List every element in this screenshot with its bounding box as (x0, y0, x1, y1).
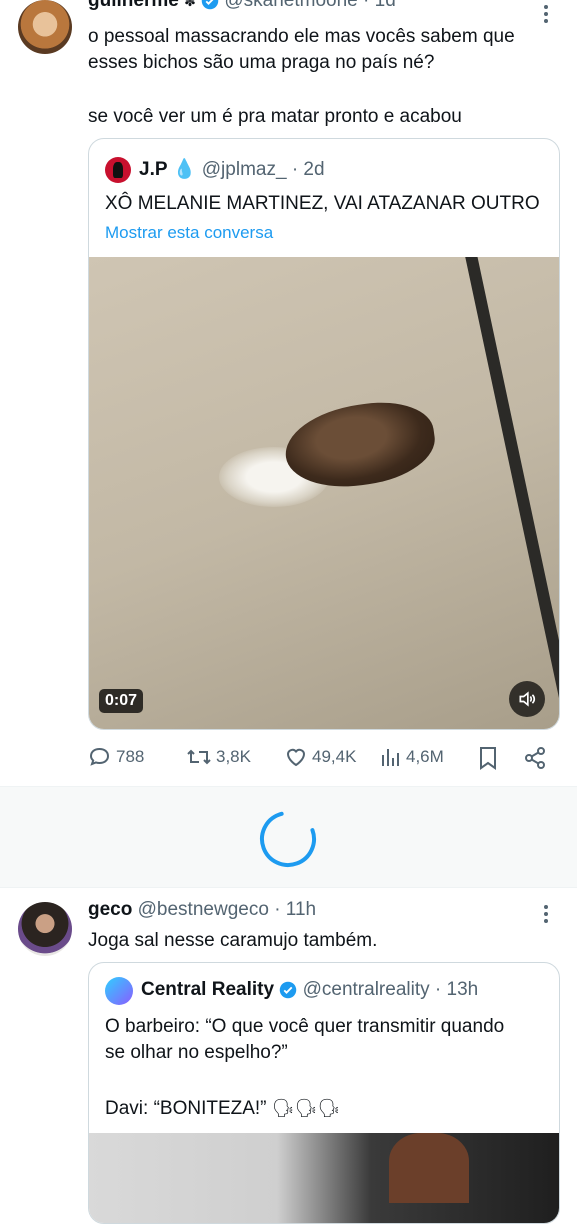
views-count: 4,6M (406, 747, 444, 766)
verified-icon (201, 0, 219, 10)
speaker-icon (519, 691, 536, 707)
verified-icon (280, 981, 297, 999)
badge-icon: ✽ (184, 0, 196, 9)
floor-groove (461, 257, 559, 729)
author-handle[interactable]: @skarletmoone (224, 0, 357, 11)
quote-text-line3: Davi: “BONITEZA!” 🗣🗣🗣 (105, 1095, 340, 1122)
speaking-head-icon: 🗣🗣🗣 (271, 1098, 341, 1118)
drop-icon: 💧 (172, 159, 197, 180)
show-thread-link[interactable]: Mostrar esta conversa (105, 223, 273, 243)
quote-text-davi: Davi: “BONITEZA!” (105, 1098, 267, 1119)
reply-icon (89, 747, 110, 766)
like-count: 49,4K (312, 747, 357, 766)
tweet-text-line3: se você ver um é pra matar pronto e acab… (88, 106, 462, 127)
avatar[interactable] (18, 902, 72, 956)
more-options-icon[interactable] (544, 905, 548, 923)
quote-timestamp[interactable]: · 13h (435, 979, 478, 1000)
views-button[interactable]: 4,6M (380, 745, 444, 769)
quote-avatar[interactable] (105, 157, 131, 183)
reply-count: 788 (116, 747, 145, 766)
bookmark-icon[interactable] (477, 746, 499, 770)
quote-text-line2: se olhar no espelho?” (105, 1042, 288, 1063)
tweet-header: geco @bestnewgeco · 11h (88, 899, 528, 921)
quote-timestamp[interactable]: · 2d (292, 159, 325, 180)
views-icon (382, 749, 399, 766)
quote-text: XÔ MELANIE MARTINEZ, VAI ATAZANAR OUTRO (105, 193, 540, 214)
quote-author-handle[interactable]: @jplmaz_ (202, 159, 287, 180)
timestamp[interactable]: · 1d (363, 0, 396, 11)
quote-author-handle[interactable]: @centralreality (303, 979, 430, 1000)
tweet-text-line2: esses bichos são uma praga no país né? (88, 52, 435, 73)
quote-avatar[interactable] (105, 977, 133, 1005)
quote-author-name[interactable]: J.P (139, 159, 168, 180)
author-name[interactable]: geco (88, 899, 132, 920)
volume-button[interactable] (509, 681, 545, 717)
retweet-icon (187, 749, 211, 765)
author-handle[interactable]: @bestnewgeco (138, 899, 269, 920)
quote-text-line1: O barbeiro: “O que você quer transmitir … (105, 1016, 505, 1037)
reply-button[interactable]: 788 (88, 745, 144, 769)
heart-icon (286, 748, 306, 767)
video-duration: 0:07 (99, 689, 144, 713)
more-options-icon[interactable] (544, 5, 548, 23)
quoted-tweet[interactable]: Central Reality @centralreality · 13h O … (88, 962, 560, 1224)
author-name[interactable]: guilherme (88, 0, 179, 11)
avatar[interactable] (18, 0, 72, 54)
retweet-button[interactable]: 3,8K (186, 745, 251, 769)
feed-divider (0, 786, 577, 888)
quote-image[interactable] (89, 1133, 559, 1223)
video-player[interactable]: 0:07 (89, 257, 559, 729)
tweet-text: Joga sal nesse caramujo também. (88, 930, 378, 951)
quoted-tweet[interactable]: J.P 💧 @jplmaz_ · 2d XÔ MELANIE MARTINEZ,… (88, 138, 560, 730)
person-figure (389, 1133, 469, 1203)
like-button[interactable]: 49,4K (284, 745, 356, 769)
share-icon[interactable] (523, 746, 547, 770)
retweet-count: 3,8K (216, 747, 251, 766)
quote-author-name[interactable]: Central Reality (141, 979, 274, 1000)
tweet-text-line1: o pessoal massacrando ele mas vocês sabe… (88, 26, 515, 47)
loading-spinner-icon (260, 811, 316, 867)
timestamp[interactable]: · 11h (274, 899, 316, 920)
tweet-header: guilherme ✽ @skarletmoone · 1d (88, 0, 528, 16)
